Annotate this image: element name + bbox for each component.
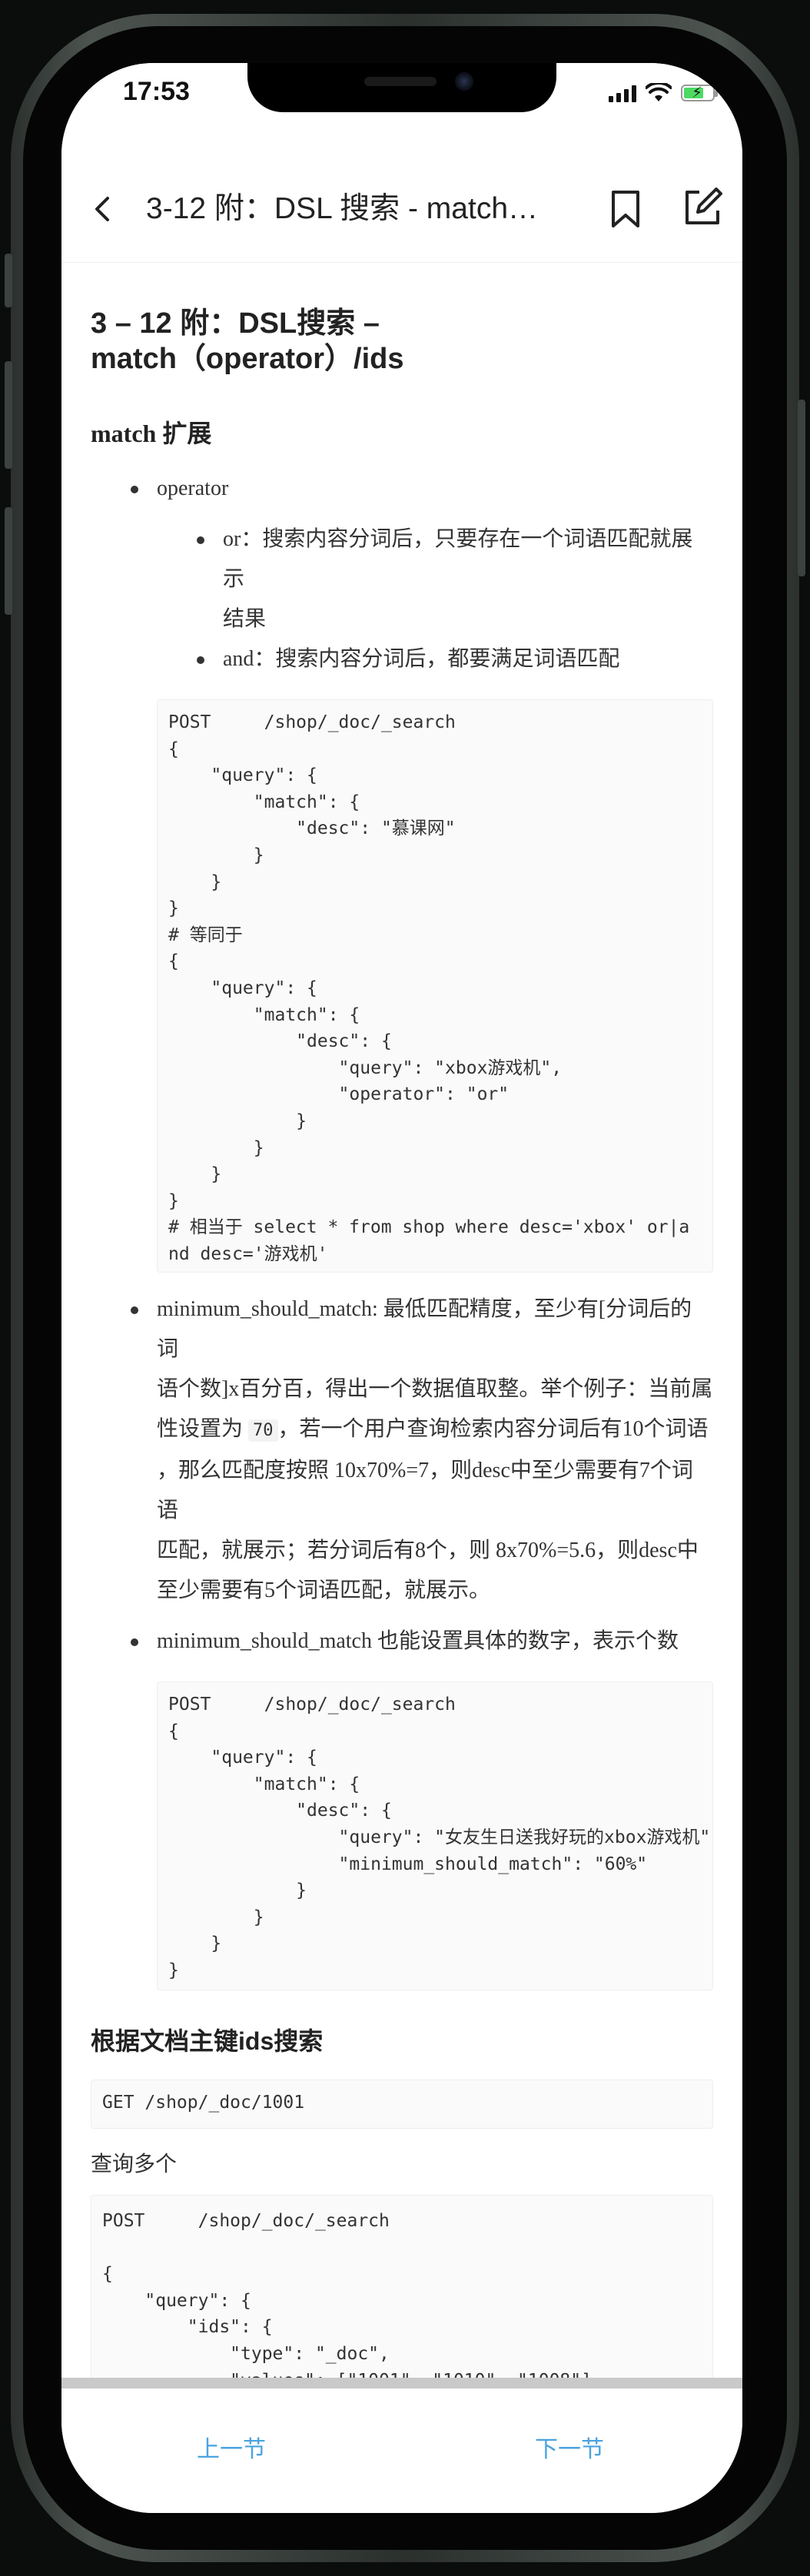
article-title: 3 – 12 附：DSL搜索 – match（operator）/ids: [91, 307, 404, 375]
code-block-match-operator: POST /shop/_doc/_search { "query": { "ma…: [157, 699, 713, 1273]
status-bar: 17:53 ⚡: [61, 63, 742, 155]
battery-icon: ⚡: [681, 83, 718, 101]
query-multiple-label: 查询多个: [91, 2153, 178, 2176]
notch: [247, 63, 556, 112]
code-block-ids-search: POST /shop/_doc/_search { "query": { "id…: [91, 2195, 713, 2378]
wifi-icon: [646, 83, 672, 101]
status-time: 17:53: [123, 77, 190, 106]
nav-bar: 3-12 附：DSL 搜索 - match（operator）/ids: [61, 155, 742, 263]
sub-bullet-list: or：搜索内容分词后，只要存在一个词语匹配就展示 结果 and：搜索内容分词后，…: [91, 520, 713, 679]
cellular-signal-icon: [609, 84, 636, 102]
content-divider: [61, 2378, 742, 2388]
list-item-minimum-should-match-number: minimum_should_match 也能设置具体的数字，表示个数: [91, 1622, 713, 1661]
article-content: 3 – 12 附：DSL搜索 – match（operator）/ids mat…: [61, 263, 742, 2378]
volume-down-button: [5, 507, 12, 615]
volume-up-button: [5, 361, 12, 469]
back-arrow-icon[interactable]: [89, 195, 117, 223]
next-section-button[interactable]: 下一节: [535, 2430, 604, 2464]
inline-code-70: 70: [248, 1419, 278, 1442]
edit-icon[interactable]: [682, 188, 722, 227]
list-item-or: or：搜索内容分词后，只要存在一个词语匹配就展示 结果: [91, 520, 713, 639]
page-title: 3-12 附：DSL 搜索 - match（operator）/ids: [146, 192, 553, 225]
list-item-operator: operator: [91, 469, 713, 509]
bullet-list: operator: [91, 469, 713, 509]
code-block-minimum-should-match: POST /shop/_doc/_search { "query": { "ma…: [157, 1681, 713, 1990]
bullet-list: minimum_should_match: 最低匹配精度，至少有[分词后的词 语…: [91, 1290, 713, 1661]
section-heading-ids: 根据文档主键ids搜索: [91, 2027, 324, 2055]
status-icons: ⚡: [609, 83, 718, 103]
bookmark-icon[interactable]: [607, 189, 644, 229]
prev-section-button[interactable]: 上一节: [197, 2430, 266, 2464]
speaker-grille: [364, 77, 437, 86]
phone-frame: 17:53 ⚡ 3-12 附：DSL 搜索 - match（o 3 – 12 附…: [11, 14, 799, 2562]
mute-switch: [5, 254, 12, 307]
code-block-get-doc: GET /shop/_doc/1001: [91, 2080, 713, 2129]
section-heading-match: match 扩展: [91, 420, 212, 447]
screen: 17:53 ⚡ 3-12 附：DSL 搜索 - match（o 3 – 12 附…: [61, 63, 742, 2513]
list-item-and: and：搜索内容分词后，都要满足词语匹配: [91, 639, 713, 679]
list-item-minimum-should-match: minimum_should_match: 最低匹配精度，至少有[分词后的词 语…: [91, 1290, 713, 1611]
phone-bezel: 17:53 ⚡ 3-12 附：DSL 搜索 - match（o 3 – 12 附…: [23, 26, 787, 2550]
footer-nav: 上一节 下一节: [61, 2388, 742, 2513]
power-button: [798, 400, 805, 576]
front-camera: [455, 72, 473, 91]
